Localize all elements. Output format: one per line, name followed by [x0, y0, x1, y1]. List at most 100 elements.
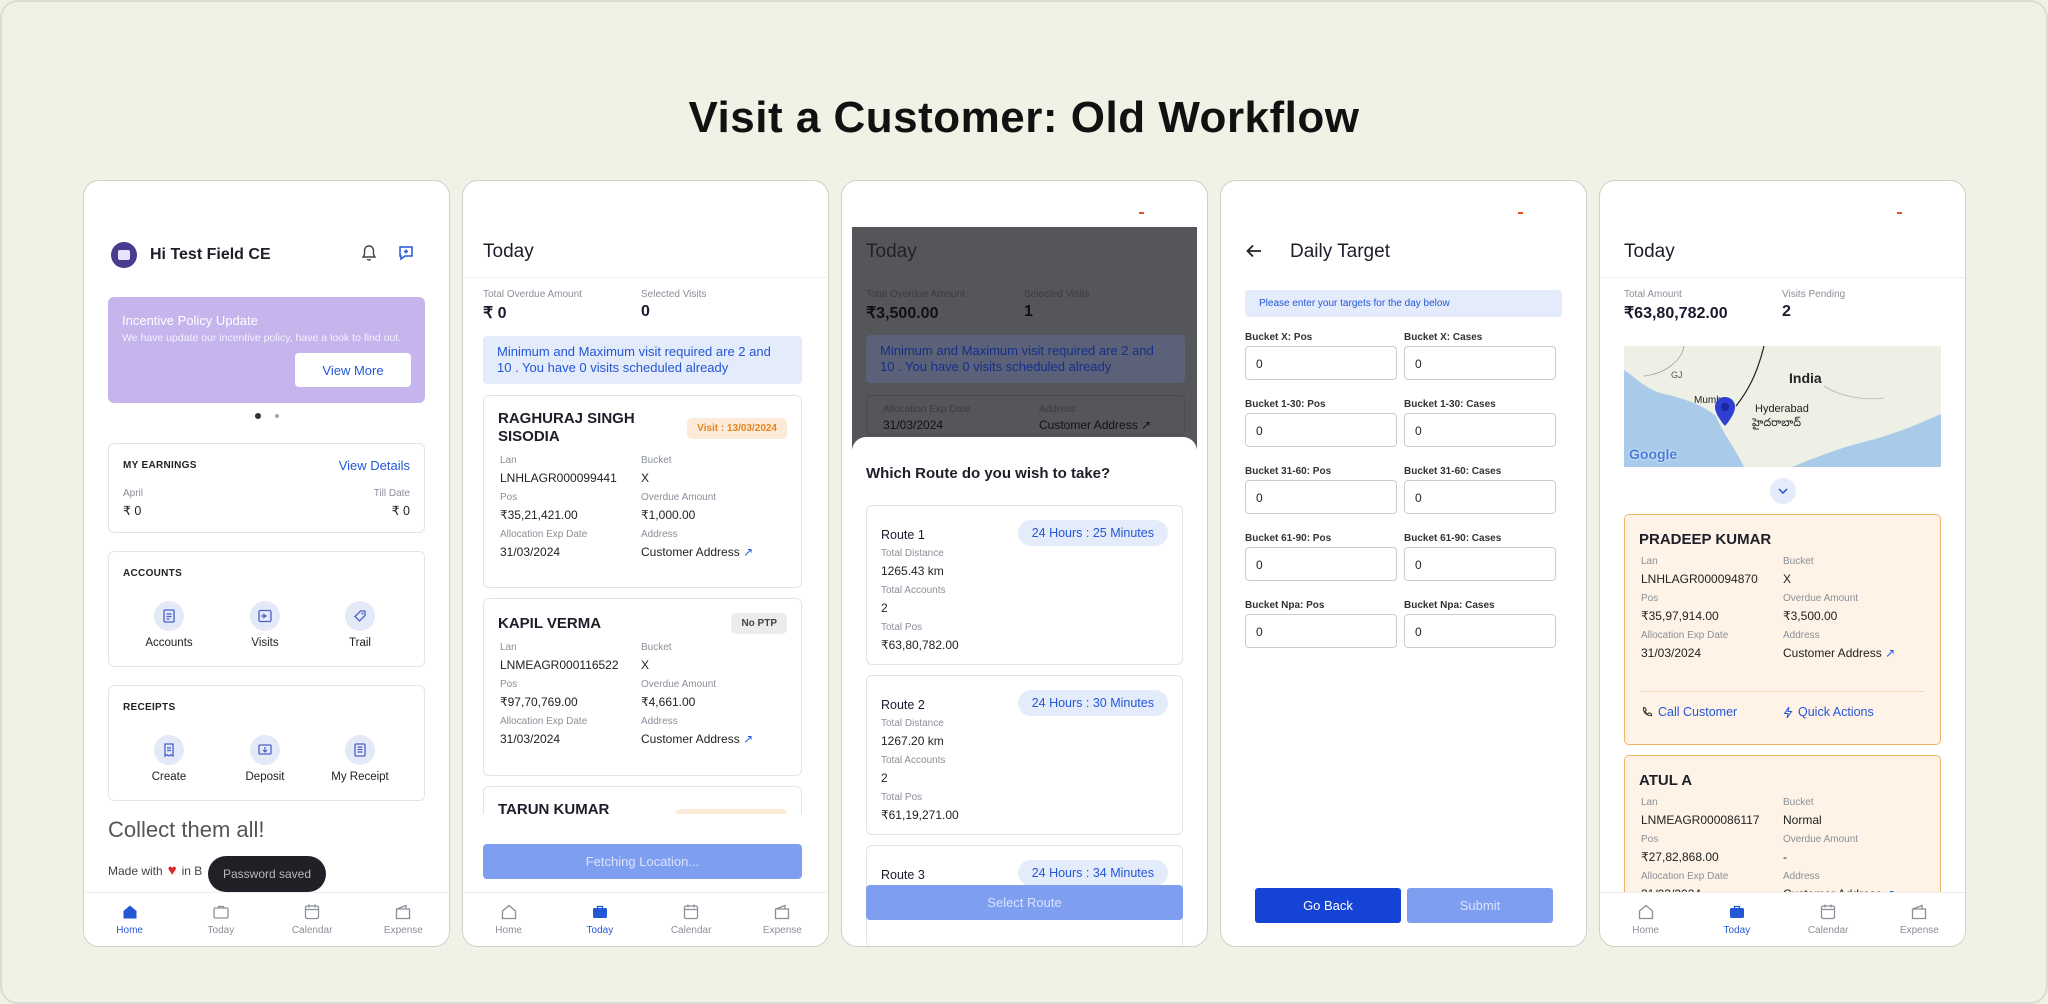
nav-expense[interactable]: Expense — [737, 893, 828, 946]
target-pos-input[interactable]: 0 — [1245, 346, 1397, 380]
bucket-label: Bucket — [1783, 797, 1814, 808]
view-more-button[interactable]: View More — [295, 353, 411, 387]
address-link[interactable]: Customer Address ↗ — [641, 732, 753, 746]
go-back-button[interactable]: Go Back — [1255, 888, 1401, 923]
target-pos-input[interactable]: 0 — [1245, 547, 1397, 581]
incentive-banner[interactable]: Incentive Policy Update We have update o… — [108, 297, 425, 403]
lan-field: Lan LNMEAGR000116522 — [500, 642, 619, 674]
target-cases-input[interactable]: 0 — [1404, 413, 1556, 447]
nav-home[interactable]: Home — [1600, 893, 1691, 946]
lan-label: Lan — [1641, 556, 1658, 567]
external-link-icon: ↗ — [743, 545, 754, 559]
target-cases-input[interactable]: 0 — [1404, 614, 1556, 648]
fetching-location-button[interactable]: Fetching Location... — [483, 844, 802, 879]
view-details-link[interactable]: View Details — [339, 458, 410, 473]
deposit-shortcut[interactable]: Deposit — [225, 735, 305, 783]
overdue-label: Overdue Amount — [1783, 834, 1859, 845]
home-icon — [1638, 904, 1653, 920]
route-option[interactable]: Route 1 24 Hours : 25 Minutes Total Dist… — [866, 505, 1183, 665]
map-pin-icon[interactable] — [1713, 396, 1737, 433]
target-pos-label: Bucket 31-60: Pos — [1245, 466, 1332, 477]
screen-title: Today — [483, 241, 534, 262]
carousel-dot-active[interactable] — [255, 413, 261, 419]
distance-label: Total Distance — [881, 718, 944, 729]
create-receipt-shortcut[interactable]: Create — [129, 735, 209, 783]
distance-field: Total Distance 1265.43 km — [881, 548, 944, 580]
route-map[interactable]: India Hyderabad హైదరాబాద్ Mumb GJ Google — [1624, 346, 1941, 467]
lan-value: LNHLAGR000099441 — [500, 471, 617, 485]
trail-shortcut[interactable]: Trail — [320, 601, 400, 649]
address-link[interactable]: Customer Address ↗ — [641, 545, 753, 559]
my-receipt-shortcut[interactable]: My Receipt — [320, 735, 400, 783]
overdue-value: ₹4,661.00 — [641, 695, 696, 709]
nav-expense-label: Expense — [762, 925, 802, 936]
nav-today[interactable]: Today — [175, 893, 266, 946]
address-link[interactable]: Customer Address ↗ — [1783, 646, 1895, 660]
nav-today-label: Today — [207, 925, 235, 936]
nav-home[interactable]: Home — [463, 893, 554, 946]
visit-requirement-notice: Minimum and Maximum visit required are 2… — [483, 336, 802, 384]
visits-pending-value: 2 — [1782, 303, 1791, 320]
nav-expense[interactable]: Expense — [1874, 893, 1965, 946]
nav-expense[interactable]: Expense — [358, 893, 449, 946]
chat-icon[interactable] — [397, 244, 415, 267]
accounts-label: Total Accounts — [881, 755, 946, 766]
ptp-badge: No PTP — [731, 613, 787, 634]
avatar[interactable] — [111, 242, 137, 268]
target-cases-input[interactable]: 0 — [1404, 480, 1556, 514]
deposit-icon — [250, 735, 280, 765]
target-cases-label: Bucket Npa: Cases — [1404, 600, 1495, 611]
back-arrow-icon[interactable] — [1245, 243, 1263, 264]
total-amount-value: ₹63,80,782.00 — [1624, 305, 1728, 322]
nav-home[interactable]: Home — [84, 893, 175, 946]
pos-value: ₹35,97,914.00 — [1641, 609, 1719, 623]
route-duration: 24 Hours : 34 Minutes — [1017, 860, 1168, 886]
pos-value: ₹97,70,769.00 — [500, 695, 578, 709]
accounts-title: ACCOUNTS — [123, 568, 183, 579]
nav-calendar[interactable]: Calendar — [646, 893, 737, 946]
target-cases-input[interactable]: 0 — [1404, 346, 1556, 380]
nav-calendar[interactable]: Calendar — [1783, 893, 1874, 946]
pos-label: Pos — [500, 679, 518, 690]
bell-icon[interactable] — [361, 244, 377, 267]
visits-shortcut[interactable]: Visits — [225, 601, 305, 649]
bucket-label: Bucket — [641, 642, 672, 653]
pos-value: ₹27,82,868.00 — [1641, 850, 1719, 864]
earnings-title: MY EARNINGS — [123, 460, 197, 471]
visit-card[interactable]: RAGHURAJ SINGH SISODIA Visit : 13/03/202… — [483, 395, 802, 588]
call-customer-label: Call Customer — [1658, 705, 1738, 719]
target-cases-label: Bucket 1-30: Cases — [1404, 399, 1496, 410]
accounts-shortcut[interactable]: Accounts — [129, 601, 209, 649]
target-pos-input[interactable]: 0 — [1245, 614, 1397, 648]
target-pos-label: Bucket 61-90: Pos — [1245, 533, 1332, 544]
phone-icon — [1642, 706, 1653, 717]
target-pos-input[interactable]: 0 — [1245, 480, 1397, 514]
total-overdue-label: Total Overdue Amount — [483, 289, 582, 300]
visit-card[interactable]: KAPIL VERMA No PTP Lan LNMEAGR000116522 B… — [483, 598, 802, 776]
target-cases-input[interactable]: 0 — [1404, 547, 1556, 581]
quick-actions-button[interactable]: Quick Actions — [1783, 705, 1874, 719]
chevron-down-icon[interactable] — [1770, 478, 1796, 504]
earnings-card: MY EARNINGS View Details April ₹ 0 Till … — [108, 443, 425, 533]
visit-requirement-notice: Minimum and Maximum visit required are 2… — [866, 335, 1185, 383]
submit-button[interactable]: Submit — [1407, 888, 1553, 923]
accounts-label: Accounts — [145, 637, 193, 649]
screen-title: Today — [1624, 241, 1675, 262]
address-label: Address — [1783, 630, 1820, 641]
nav-today[interactable]: Today — [554, 893, 645, 946]
nav-today[interactable]: Today — [1691, 893, 1782, 946]
carousel-dot[interactable] — [275, 414, 279, 418]
accounts-card: ACCOUNTS Accounts Visits Trail — [108, 551, 425, 667]
bucket-field: Bucket X — [1783, 556, 1814, 588]
customer-name: PRADEEP KUMAR — [1639, 531, 1772, 548]
customer-card[interactable]: PRADEEP KUMAR Lan LNHLAGR000094870 Bucket… — [1624, 514, 1941, 745]
screen-daily-target: Daily Target Please enter your targets f… — [1220, 180, 1587, 947]
pos-field: Total Pos ₹63,80,782.00 — [881, 622, 959, 654]
tag-icon — [345, 601, 375, 631]
target-pos-input[interactable]: 0 — [1245, 413, 1397, 447]
customer-card[interactable]: ATUL A Lan LNMEAGR000086117 Bucket Normal … — [1624, 755, 1941, 901]
select-route-button[interactable]: Select Route — [866, 885, 1183, 920]
route-option[interactable]: Route 2 24 Hours : 30 Minutes Total Dist… — [866, 675, 1183, 835]
call-customer-button[interactable]: Call Customer — [1641, 705, 1737, 719]
nav-calendar[interactable]: Calendar — [267, 893, 358, 946]
